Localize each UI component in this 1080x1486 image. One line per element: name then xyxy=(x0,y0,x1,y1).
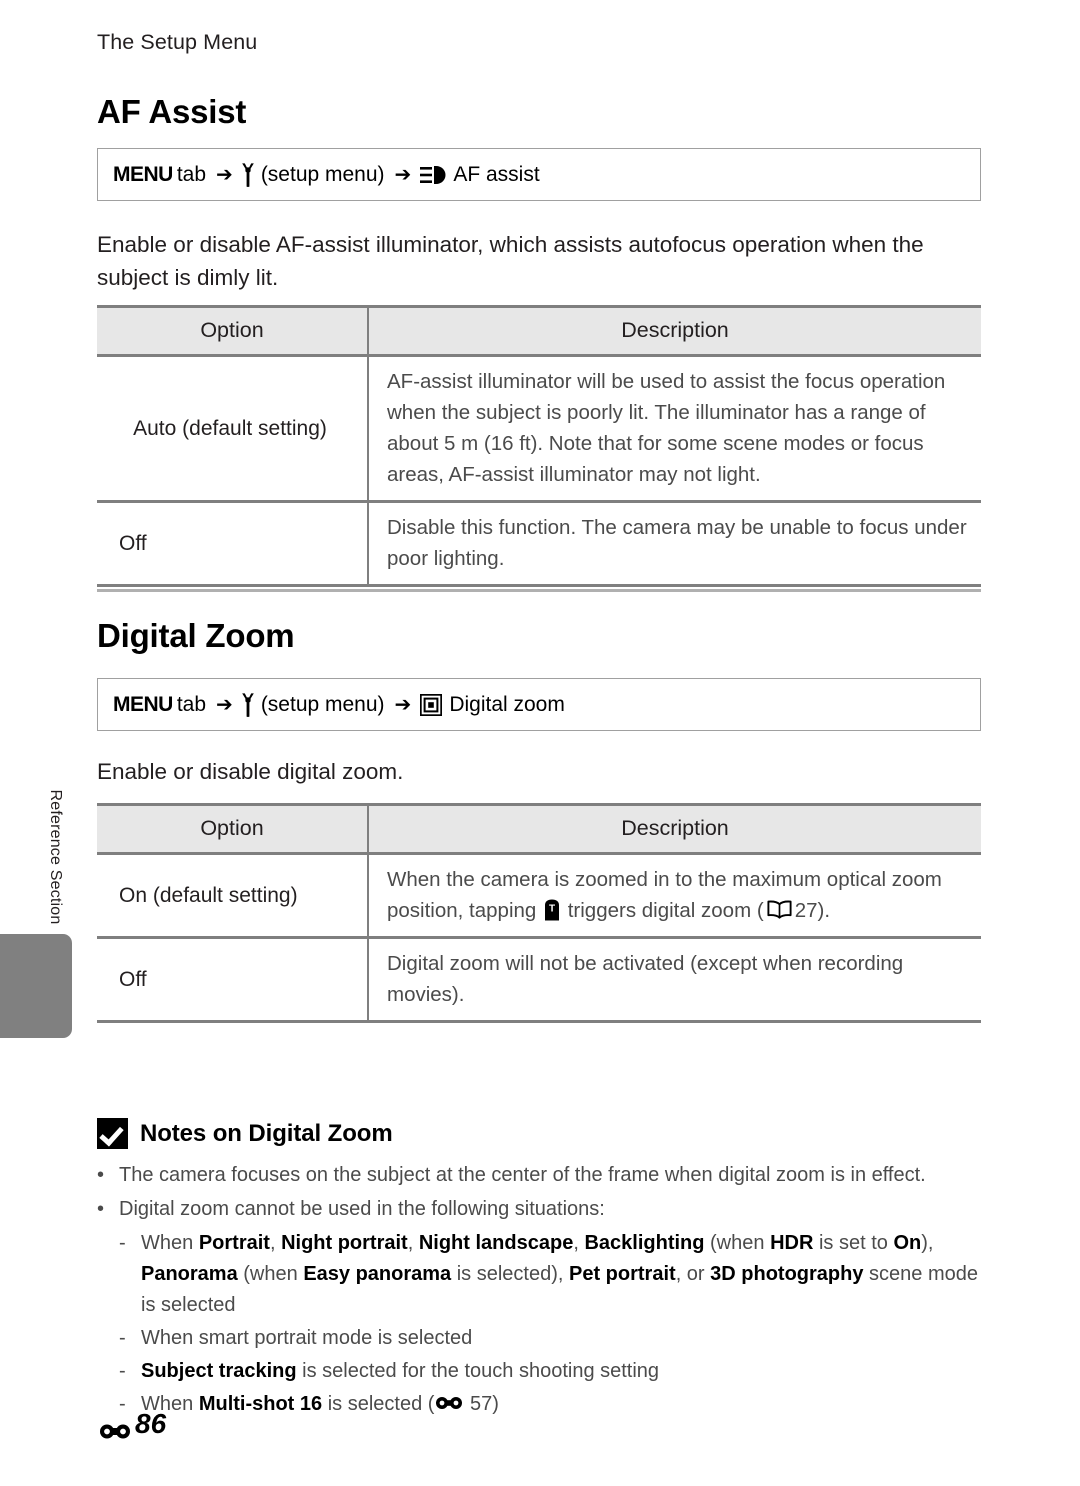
setup-menu-label-2: (setup menu) xyxy=(260,692,385,716)
arrow-icon-4: ➔ xyxy=(394,694,412,716)
option-description-auto: AF-assist illuminator will be used to as… xyxy=(368,355,981,503)
option-description-off-2: Digital zoom will not be activated (exce… xyxy=(368,937,981,1023)
setup-menu-label: (setup menu) xyxy=(260,162,385,186)
page-footer: 86 xyxy=(100,1408,166,1440)
options-table-af-assist: Option Description Auto (default setting… xyxy=(97,305,981,587)
list-item: • The camera focuses on the subject at t… xyxy=(97,1160,987,1191)
intro-text-digital-zoom: Enable or disable digital zoom. xyxy=(97,759,404,784)
reference-section-icon xyxy=(100,1415,130,1439)
list-item: • Digital zoom cannot be used in the fol… xyxy=(97,1194,987,1225)
table-row: Off Disable this function. The camera ma… xyxy=(97,501,981,587)
option-value-auto: Auto (default setting) xyxy=(97,355,369,503)
wrench-icon xyxy=(239,162,257,187)
list-item-text: Digital zoom cannot be used in the follo… xyxy=(119,1198,605,1220)
page-title-digital-zoom: Digital Zoom xyxy=(97,617,295,654)
list-item-text: When smart portrait mode is selected xyxy=(141,1327,473,1349)
check-box-icon xyxy=(97,1118,128,1149)
menu-item-label-af-assist: AF assist xyxy=(453,162,540,186)
option-value-off: Off xyxy=(97,501,369,587)
notes-heading: Notes on Digital Zoom xyxy=(97,1118,393,1149)
column-header-description: Description xyxy=(368,305,981,357)
side-tab-marker xyxy=(0,934,72,1038)
dash-marker: - xyxy=(119,1232,126,1254)
list-item-text: The camera focuses on the subject at the… xyxy=(119,1164,926,1186)
running-header: The Setup Menu xyxy=(97,30,258,54)
menu-item-label-digital-zoom: Digital zoom xyxy=(449,692,565,716)
option-description-on: When the camera is zoomed in to the maxi… xyxy=(368,853,981,939)
table-row: Auto (default setting) AF-assist illumin… xyxy=(97,355,981,503)
list-item: - When smart portrait mode is selected xyxy=(119,1323,987,1354)
table-row: On (default setting) When the camera is … xyxy=(97,853,981,939)
page-number: 86 xyxy=(135,1408,167,1439)
list-item-text: Subject tracking is selected for the tou… xyxy=(141,1360,660,1382)
wrench-icon xyxy=(239,692,257,717)
bullet-marker: • xyxy=(97,1164,105,1186)
list-item: - Subject tracking is selected for the t… xyxy=(119,1356,987,1387)
table-row: Off Digital zoom will not be activated (… xyxy=(97,937,981,1023)
list-item-text: When Multi-shot 16 is selected ( 57) xyxy=(141,1389,987,1420)
description-part-2: triggers digital zoom ( xyxy=(567,899,764,922)
menu-button-label-2: MENU xyxy=(113,692,173,716)
dash-marker: - xyxy=(119,1327,126,1349)
options-table-digital-zoom: Option Description On (default setting) … xyxy=(97,803,981,1023)
description-reference-page: 27 xyxy=(794,899,818,922)
option-value-off-2: Off xyxy=(97,937,369,1023)
menu-path-digital-zoom: MENU tab ➔ (setup menu) ➔ Digital zoom xyxy=(97,678,981,731)
menu-tab-word-2: tab xyxy=(176,692,207,716)
menu-path-af-assist: MENU tab ➔ (setup menu) ➔ AF assist xyxy=(97,148,981,201)
section-divider xyxy=(97,589,981,592)
list-item-text: When Portrait, Night portrait, Night lan… xyxy=(141,1232,978,1316)
table-header-row: Option Description xyxy=(97,305,981,357)
arrow-icon-3: ➔ xyxy=(216,694,233,716)
arrow-icon: ➔ xyxy=(216,164,233,186)
description-part-3: ). xyxy=(817,899,831,922)
page-title-af-assist: AF Assist xyxy=(97,93,247,130)
digital-zoom-icon xyxy=(419,692,444,717)
option-value-on: On (default setting) xyxy=(97,853,369,939)
dash-marker: - xyxy=(119,1360,126,1382)
manual-reference-icon xyxy=(767,897,792,919)
column-header-option-2: Option xyxy=(97,803,369,855)
sub-list: - When Portrait, Night portrait, Night l… xyxy=(119,1228,987,1420)
arrow-icon-2: ➔ xyxy=(394,164,412,186)
notes-title: Notes on Digital Zoom xyxy=(140,1119,393,1147)
intro-text-af-assist: Enable or disable AF-assist illuminator,… xyxy=(97,232,924,290)
option-description-off: Disable this function. The camera may be… xyxy=(368,501,981,587)
column-header-option: Option xyxy=(97,305,369,357)
list-item: - When Multi-shot 16 is selected ( 57) xyxy=(119,1389,987,1420)
notes-body: • The camera focuses on the subject at t… xyxy=(97,1160,987,1422)
reference-section-icon xyxy=(436,1389,463,1409)
column-header-description-2: Description xyxy=(368,803,981,855)
list-item: - When Portrait, Night portrait, Night l… xyxy=(119,1228,987,1321)
menu-tab-word: tab xyxy=(176,162,207,186)
menu-button-label: MENU xyxy=(113,162,173,186)
af-assist-illuminator-icon xyxy=(420,165,446,185)
bullet-marker: • xyxy=(97,1198,105,1220)
table-header-row: Option Description xyxy=(97,803,981,855)
tele-button-icon: T xyxy=(544,899,560,921)
svg-text:T: T xyxy=(549,904,555,915)
